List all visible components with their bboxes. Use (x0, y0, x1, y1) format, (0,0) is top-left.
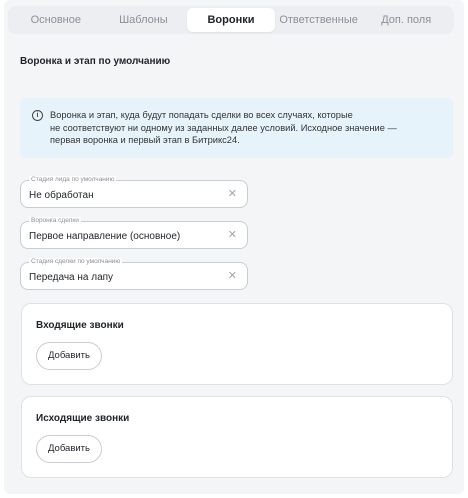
settings-panel: Основное Шаблоны Воронки Ответственные Д… (4, 0, 464, 494)
outgoing-calls-card: Исходящие звонки Добавить (21, 396, 453, 478)
deal-stage-value: Передача на лапу (29, 272, 114, 283)
incoming-calls-card: Входящие звонки Добавить (21, 303, 453, 385)
tab-main[interactable]: Основное (12, 8, 100, 32)
info-box: i Воронка и этап, куда будут попадать сд… (20, 98, 453, 158)
close-icon[interactable]: ✕ (228, 187, 237, 201)
tab-extra-fields[interactable]: Доп. поля (362, 8, 450, 32)
deal-stage-field[interactable]: Стадия сделки по умолчанию Передача на л… (20, 258, 248, 290)
close-icon[interactable]: ✕ (228, 228, 237, 242)
info-line-1: Воронка и этап, куда будут попадать сдел… (50, 110, 353, 120)
deal-funnel-value: Первое направление (основное) (29, 231, 181, 242)
deal-funnel-label: Воронка сделки (29, 217, 81, 225)
add-outgoing-button[interactable]: Добавить (36, 435, 102, 463)
outgoing-calls-title: Исходящие звонки (36, 413, 130, 424)
deal-funnel-field[interactable]: Воронка сделки Первое направление (основ… (20, 217, 248, 249)
deal-stage-label: Стадия сделки по умолчанию (29, 258, 123, 266)
close-icon[interactable]: ✕ (228, 269, 237, 283)
info-icon: i (32, 110, 43, 121)
tab-responsible[interactable]: Ответственные (275, 8, 363, 32)
lead-stage-value: Не обработан (29, 190, 94, 201)
lead-stage-field[interactable]: Стадия лида по умолчанию Не обработан ✕ (20, 176, 248, 208)
tab-templates[interactable]: Шаблоны (100, 8, 188, 32)
info-line-3: первая воронка и первый этап в Битрикс24… (50, 135, 240, 145)
tab-funnels[interactable]: Воронки (187, 8, 275, 32)
add-incoming-button[interactable]: Добавить (36, 342, 102, 370)
section-title: Воронка и этап по умолчанию (20, 56, 171, 67)
lead-stage-label: Стадия лида по умолчанию (29, 176, 117, 184)
info-line-2: не соответствуют ни одному из заданных д… (50, 122, 397, 133)
incoming-calls-title: Входящие звонки (36, 320, 124, 331)
tab-bar: Основное Шаблоны Воронки Ответственные Д… (8, 6, 454, 34)
